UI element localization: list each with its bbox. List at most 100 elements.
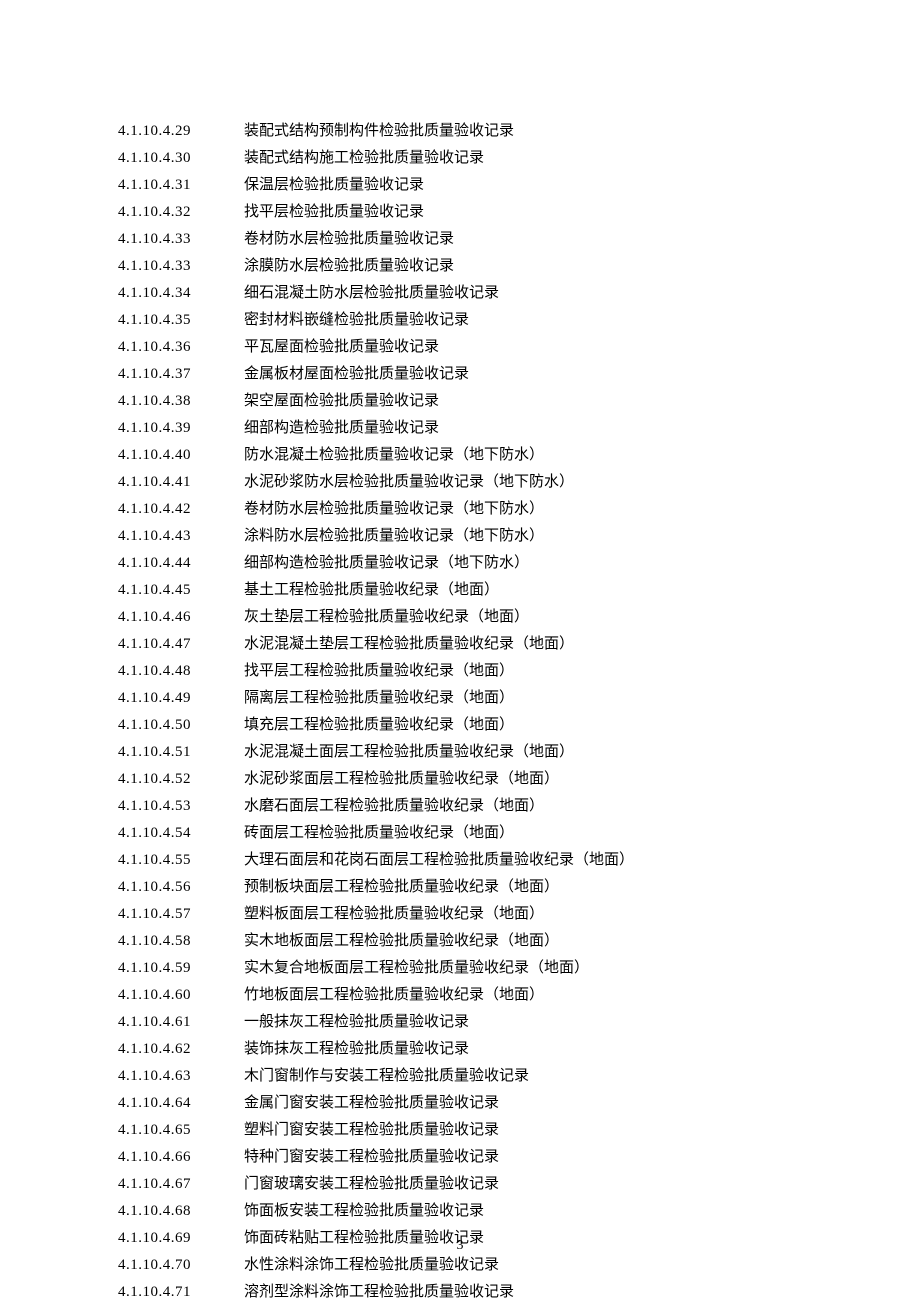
toc-entry-title: 涂料防水层检验批质量验收记录（地下防水）	[244, 523, 830, 550]
toc-entry-number: 4.1.10.4.49	[118, 685, 244, 712]
toc-entry: 4.1.10.4.46灰土垫层工程检验批质量验收纪录（地面）	[118, 604, 830, 631]
toc-entry-title: 基土工程检验批质量验收纪录（地面）	[244, 577, 830, 604]
toc-entry-title: 防水混凝土检验批质量验收记录（地下防水）	[244, 442, 830, 469]
toc-entry: 4.1.10.4.49隔离层工程检验批质量验收纪录（地面）	[118, 685, 830, 712]
toc-entry-title: 大理石面层和花岗石面层工程检验批质量验收纪录（地面）	[244, 847, 830, 874]
toc-entry: 4.1.10.4.58实木地板面层工程检验批质量验收纪录（地面）	[118, 928, 830, 955]
toc-entry-number: 4.1.10.4.52	[118, 766, 244, 793]
toc-entry: 4.1.10.4.34细石混凝土防水层检验批质量验收记录	[118, 280, 830, 307]
toc-entry-number: 4.1.10.4.41	[118, 469, 244, 496]
toc-entry: 4.1.10.4.67门窗玻璃安装工程检验批质量验收记录	[118, 1171, 830, 1198]
toc-entry-number: 4.1.10.4.56	[118, 874, 244, 901]
toc-entry-number: 4.1.10.4.36	[118, 334, 244, 361]
toc-entry-title: 木门窗制作与安装工程检验批质量验收记录	[244, 1063, 830, 1090]
toc-entry: 4.1.10.4.44细部构造检验批质量验收记录（地下防水）	[118, 550, 830, 577]
toc-entry-number: 4.1.10.4.39	[118, 415, 244, 442]
toc-entry-title: 保温层检验批质量验收记录	[244, 172, 830, 199]
toc-entry-title: 细部构造检验批质量验收记录（地下防水）	[244, 550, 830, 577]
toc-entry-title: 塑料门窗安装工程检验批质量验收记录	[244, 1117, 830, 1144]
toc-entry-number: 4.1.10.4.54	[118, 820, 244, 847]
toc-entry-number: 4.1.10.4.53	[118, 793, 244, 820]
toc-entry: 4.1.10.4.31保温层检验批质量验收记录	[118, 172, 830, 199]
toc-entry: 4.1.10.4.30装配式结构施工检验批质量验收记录	[118, 145, 830, 172]
toc-entry: 4.1.10.4.37金属板材屋面检验批质量验收记录	[118, 361, 830, 388]
toc-entry-title: 隔离层工程检验批质量验收纪录（地面）	[244, 685, 830, 712]
toc-entry-number: 4.1.10.4.70	[118, 1252, 244, 1279]
toc-entry: 4.1.10.4.65塑料门窗安装工程检验批质量验收记录	[118, 1117, 830, 1144]
toc-entry-number: 4.1.10.4.42	[118, 496, 244, 523]
toc-entry-title: 一般抹灰工程检验批质量验收记录	[244, 1009, 830, 1036]
toc-entry-number: 4.1.10.4.58	[118, 928, 244, 955]
toc-entry-title: 卷材防水层检验批质量验收记录	[244, 226, 830, 253]
toc-entry-number: 4.1.10.4.34	[118, 280, 244, 307]
toc-entry: 4.1.10.4.64金属门窗安装工程检验批质量验收记录	[118, 1090, 830, 1117]
toc-entry-number: 4.1.10.4.55	[118, 847, 244, 874]
toc-entry-title: 饰面板安装工程检验批质量验收记录	[244, 1198, 830, 1225]
toc-entry-title: 细石混凝土防水层检验批质量验收记录	[244, 280, 830, 307]
toc-entry-title: 水泥混凝土面层工程检验批质量验收纪录（地面）	[244, 739, 830, 766]
toc-entry-number: 4.1.10.4.50	[118, 712, 244, 739]
page-number: 3	[0, 1238, 920, 1254]
toc-entry-number: 4.1.10.4.33	[118, 253, 244, 280]
toc-entry: 4.1.10.4.60竹地板面层工程检验批质量验收纪录（地面）	[118, 982, 830, 1009]
toc-entry: 4.1.10.4.52水泥砂浆面层工程检验批质量验收纪录（地面）	[118, 766, 830, 793]
toc-page: 4.1.10.4.29装配式结构预制构件检验批质量验收记录4.1.10.4.30…	[0, 0, 920, 1306]
toc-entry: 4.1.10.4.43涂料防水层检验批质量验收记录（地下防水）	[118, 523, 830, 550]
toc-entry-number: 4.1.10.4.43	[118, 523, 244, 550]
toc-entry-title: 卷材防水层检验批质量验收记录（地下防水）	[244, 496, 830, 523]
toc-entry-title: 装饰抹灰工程检验批质量验收记录	[244, 1036, 830, 1063]
toc-entry-number: 4.1.10.4.31	[118, 172, 244, 199]
toc-entry: 4.1.10.4.57塑料板面层工程检验批质量验收纪录（地面）	[118, 901, 830, 928]
toc-entry: 4.1.10.4.36平瓦屋面检验批质量验收记录	[118, 334, 830, 361]
toc-entry-title: 装配式结构施工检验批质量验收记录	[244, 145, 830, 172]
toc-entry-title: 装配式结构预制构件检验批质量验收记录	[244, 118, 830, 145]
toc-entry: 4.1.10.4.42卷材防水层检验批质量验收记录（地下防水）	[118, 496, 830, 523]
toc-entry-number: 4.1.10.4.65	[118, 1117, 244, 1144]
toc-entry-title: 竹地板面层工程检验批质量验收纪录（地面）	[244, 982, 830, 1009]
toc-entry: 4.1.10.4.62装饰抹灰工程检验批质量验收记录	[118, 1036, 830, 1063]
toc-entry-title: 门窗玻璃安装工程检验批质量验收记录	[244, 1171, 830, 1198]
toc-entry-number: 4.1.10.4.67	[118, 1171, 244, 1198]
toc-entry-title: 水泥混凝土垫层工程检验批质量验收纪录（地面）	[244, 631, 830, 658]
toc-entry-number: 4.1.10.4.44	[118, 550, 244, 577]
toc-entry-number: 4.1.10.4.38	[118, 388, 244, 415]
toc-entry-title: 灰土垫层工程检验批质量验收纪录（地面）	[244, 604, 830, 631]
toc-entry-title: 砖面层工程检验批质量验收纪录（地面）	[244, 820, 830, 847]
toc-entry: 4.1.10.4.33涂膜防水层检验批质量验收记录	[118, 253, 830, 280]
toc-entry-title: 架空屋面检验批质量验收记录	[244, 388, 830, 415]
toc-entry: 4.1.10.4.35密封材料嵌缝检验批质量验收记录	[118, 307, 830, 334]
toc-entry-title: 水性涂料涂饰工程检验批质量验收记录	[244, 1252, 830, 1279]
toc-entry: 4.1.10.4.48找平层工程检验批质量验收纪录（地面）	[118, 658, 830, 685]
toc-entry: 4.1.10.4.39细部构造检验批质量验收记录	[118, 415, 830, 442]
toc-entry: 4.1.10.4.50填充层工程检验批质量验收纪录（地面）	[118, 712, 830, 739]
toc-entry-title: 金属板材屋面检验批质量验收记录	[244, 361, 830, 388]
toc-entry-title: 特种门窗安装工程检验批质量验收记录	[244, 1144, 830, 1171]
toc-entry-number: 4.1.10.4.33	[118, 226, 244, 253]
toc-entry: 4.1.10.4.29装配式结构预制构件检验批质量验收记录	[118, 118, 830, 145]
toc-entry-number: 4.1.10.4.66	[118, 1144, 244, 1171]
toc-entry: 4.1.10.4.51水泥混凝土面层工程检验批质量验收纪录（地面）	[118, 739, 830, 766]
toc-entry-number: 4.1.10.4.46	[118, 604, 244, 631]
toc-entry-number: 4.1.10.4.30	[118, 145, 244, 172]
toc-entry-title: 涂膜防水层检验批质量验收记录	[244, 253, 830, 280]
toc-entry-number: 4.1.10.4.63	[118, 1063, 244, 1090]
toc-entry: 4.1.10.4.59实木复合地板面层工程检验批质量验收纪录（地面）	[118, 955, 830, 982]
toc-entry-number: 4.1.10.4.40	[118, 442, 244, 469]
toc-entry-number: 4.1.10.4.68	[118, 1198, 244, 1225]
toc-entry-number: 4.1.10.4.62	[118, 1036, 244, 1063]
toc-list: 4.1.10.4.29装配式结构预制构件检验批质量验收记录4.1.10.4.30…	[118, 118, 830, 1306]
toc-entry: 4.1.10.4.61一般抹灰工程检验批质量验收记录	[118, 1009, 830, 1036]
toc-entry-number: 4.1.10.4.29	[118, 118, 244, 145]
toc-entry: 4.1.10.4.32找平层检验批质量验收记录	[118, 199, 830, 226]
toc-entry-title: 水泥砂浆面层工程检验批质量验收纪录（地面）	[244, 766, 830, 793]
toc-entry-title: 塑料板面层工程检验批质量验收纪录（地面）	[244, 901, 830, 928]
toc-entry-number: 4.1.10.4.47	[118, 631, 244, 658]
toc-entry-number: 4.1.10.4.32	[118, 199, 244, 226]
toc-entry: 4.1.10.4.40防水混凝土检验批质量验收记录（地下防水）	[118, 442, 830, 469]
toc-entry: 4.1.10.4.56预制板块面层工程检验批质量验收纪录（地面）	[118, 874, 830, 901]
toc-entry-number: 4.1.10.4.45	[118, 577, 244, 604]
toc-entry-title: 找平层工程检验批质量验收纪录（地面）	[244, 658, 830, 685]
toc-entry-number: 4.1.10.4.57	[118, 901, 244, 928]
toc-entry-number: 4.1.10.4.64	[118, 1090, 244, 1117]
toc-entry-number: 4.1.10.4.48	[118, 658, 244, 685]
